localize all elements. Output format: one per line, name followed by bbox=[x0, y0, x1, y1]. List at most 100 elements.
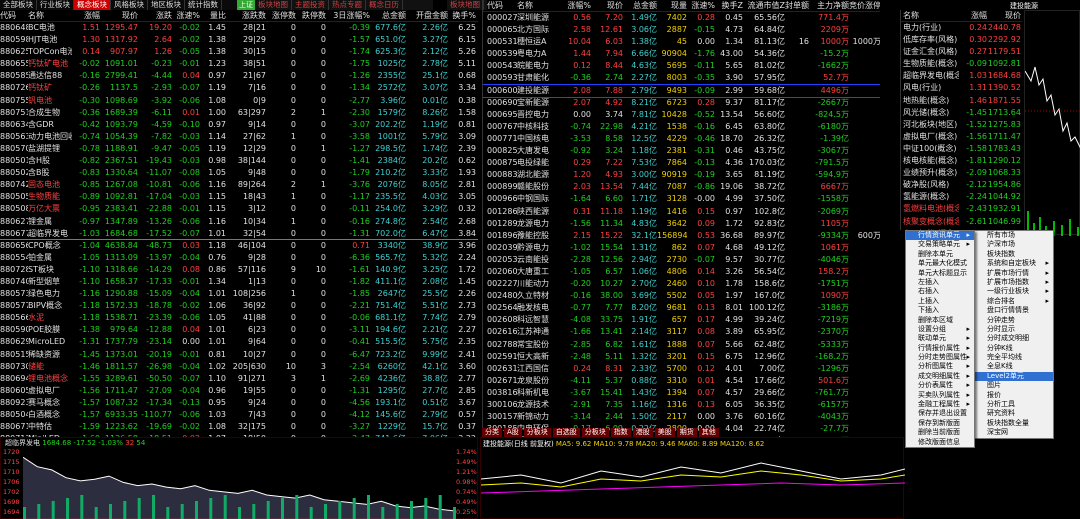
menu-item[interactable]: 单元最大化模式 bbox=[906, 259, 974, 268]
table-row[interactable]: 880505 生物质能 -0.89 1092.81 -17.04 -0.03 1.15 18|… bbox=[0, 191, 478, 203]
menu-item[interactable]: 全息K线 bbox=[975, 362, 1053, 371]
table-row[interactable]: 300157 新锦动力 -3.14 2.44 1.50亿 2117 0.00 3.76 60.1… bbox=[483, 411, 880, 423]
market-tab[interactable]: 自选股 bbox=[552, 428, 580, 437]
market-tab[interactable]: 期货 bbox=[676, 428, 697, 437]
table-row[interactable]: 880656 CPO概念 -1.04 4638.84 -48.73 0.03 1.18 46|… bbox=[0, 240, 478, 252]
table-row[interactable]: 880726 钙钛矿 -0.26 1137.5 -2.93 -0.07 1.19 7|16 0 0… bbox=[0, 82, 478, 94]
menu-item[interactable]: 行情资讯单元 bbox=[906, 231, 974, 241]
table-row[interactable]: 000531 穗恒运A 10.04 6.03 1.38亿 45 0.00 1.34 81.13亿… bbox=[483, 36, 880, 48]
table-row[interactable]: 002616 江苏神通 -1.66 13.41 2.14亿 3117 0.08 3.89 65.… bbox=[483, 326, 880, 338]
menu-item[interactable]: 上插入 bbox=[906, 297, 974, 306]
menu-item[interactable]: 右插入 bbox=[906, 287, 974, 296]
table-row[interactable]: 000690 宝新能源 2.07 4.92 8.21亿 6723 0.28 9.37 81.17… bbox=[483, 97, 880, 109]
menu-item[interactable]: 分钟K线 bbox=[975, 344, 1053, 353]
menu-item[interactable]: 分析图属性 bbox=[906, 362, 974, 372]
table-row[interactable]: 880515 稀缺资源 -1.45 1373.01 -20.19 -0.01 0.81 10|… bbox=[0, 349, 478, 361]
list-item[interactable]: 低库存率(风格) 0.30 2292.92 bbox=[901, 34, 1022, 46]
tab-region[interactable]: 地区板块 bbox=[148, 0, 185, 10]
stock-minute-chart[interactable] bbox=[1024, 10, 1080, 236]
table-row[interactable]: 880677 超临界发电 -1.03 1684.68 -17.52 -0.07 1.01 32… bbox=[0, 228, 478, 240]
table-row[interactable]: 000899 赣能股份 2.03 13.54 7.44亿 7087 -0.86 19.06 38… bbox=[483, 181, 880, 193]
market-tab[interactable]: 指数 bbox=[610, 428, 631, 437]
tab-hot-topic[interactable]: 热点专题 bbox=[329, 0, 366, 10]
table-row[interactable]: 880501 含H股 -0.82 2367.51 -19.43 -0.03 0.98 38|1… bbox=[0, 155, 478, 167]
table-row[interactable]: 002788 常宝股份 -2.85 6.82 1.61亿 1888 0.07 5.66 62.4… bbox=[483, 339, 880, 351]
table-row[interactable]: 002591 恒大高新 -2.48 5.11 1.32亿 3201 0.15 6.75 12.9… bbox=[483, 351, 880, 363]
list-item[interactable]: 风电(行业) 1.31 1390.52 bbox=[901, 82, 1022, 94]
table-row[interactable]: 880577 BIPV概念 -1.18 1572.33 -18.78 -0.02 1.06 3… bbox=[0, 300, 478, 312]
menu-item[interactable]: 板块指数 bbox=[975, 250, 1053, 259]
menu-item[interactable]: 联动单元 bbox=[906, 334, 974, 344]
tab-style[interactable]: 风格板块 bbox=[111, 0, 148, 10]
table-row[interactable]: 880627 锂金属 -0.97 1347.89 -13.26 -0.06 1.16 10|3… bbox=[0, 216, 478, 228]
table-row[interactable]: 000875 电投绿能 0.29 7.22 7.53亿 7864 -0.13 4.36 170.… bbox=[483, 157, 880, 169]
tab-industry[interactable]: 行业板块 bbox=[37, 0, 74, 10]
table-row[interactable]: 000539 粤电力A 1.44 7.94 6.66亿 90904 -1.76 43.00 54… bbox=[483, 48, 880, 60]
table-row[interactable]: 000065 北方国际 2.58 12.61 3.06亿 2887 -0.15 4.73 64.… bbox=[483, 24, 880, 36]
menu-item[interactable]: 分时成交明细 bbox=[975, 334, 1053, 343]
list-item[interactable]: 核聚变概念(概念) -2.611046.99 bbox=[901, 216, 1022, 228]
table-row[interactable]: 000600 建投能源 2.08 7.88 2.79亿 9493 -0.09 2.99 59.6… bbox=[483, 83, 880, 98]
table-row[interactable]: 002608 科远智慧 -4.08 33.75 1.91亿 657 0.17 4.99 39.2… bbox=[483, 314, 880, 326]
table-row[interactable]: 880629 MicroLED -1.31 1737.79 -23.14 0.00 1.01… bbox=[0, 336, 478, 348]
menu-item[interactable]: 交易策略单元 bbox=[906, 240, 974, 250]
table-row[interactable]: 880625 TOPCon电池 0.14 907.97 1.26 -0.05 1.38 30|… bbox=[0, 46, 478, 58]
tab-concept-calendar[interactable]: 概念日历 bbox=[366, 0, 403, 10]
menu-item[interactable]: 单元大标题显示 bbox=[906, 269, 974, 278]
menu-item[interactable]: 盘口行情情景 bbox=[975, 306, 1053, 315]
table-row[interactable]: 002053 云南能投 -2.28 12.56 2.94亿 2730 -0.07 9.57 30… bbox=[483, 254, 880, 266]
table-row[interactable]: 002227 川能动力 -0.20 10.27 2.70亿 2460 0.10 1.78 158… bbox=[483, 278, 880, 290]
table-row[interactable]: 000593 甘肃能化 -0.36 2.74 2.27亿 8003 -0.35 3.90 57.… bbox=[483, 72, 880, 84]
table-row[interactable]: 000966 中钢国际 -1.64 6.60 1.71亿 3128 -0.00 4.99 37.… bbox=[483, 193, 880, 205]
menu-item[interactable]: 分时显示 bbox=[975, 325, 1053, 334]
menu-item[interactable]: 一级行业板块 bbox=[975, 287, 1053, 297]
table-row[interactable]: 880730 储能 -1.46 1811.57 -26.98 -0.04 1.02 205|6… bbox=[0, 361, 478, 373]
market-tab[interactable]: A股 bbox=[504, 428, 522, 437]
table-row[interactable]: 002060 大唐重工 -1.05 6.57 1.06亿 4806 0.14 3.26 56.5… bbox=[483, 266, 880, 278]
tab-all-sectors[interactable]: 全部板块 bbox=[0, 0, 37, 10]
menu-item[interactable]: 图片 bbox=[975, 381, 1053, 390]
kline-chart[interactable]: 建投能源(日线 前复权) MA5: 9.62 MA10: 9.78 MA20: … bbox=[480, 437, 905, 519]
table-row[interactable]: 880605 虚拟电厂 -1.56 1711.47 -27.09 -0.04 0.96 19|… bbox=[0, 385, 478, 397]
table-row[interactable]: 880655 钙钛矿电池 -0.02 1091.01 -0.23 -0.01 1.23 38|… bbox=[0, 58, 478, 70]
table-row[interactable]: 002564 融发核电 -0.77 7.77 8.20亿 9681 0.13 8.01 100.… bbox=[483, 302, 880, 314]
menu-item[interactable]: 板块指数全量 bbox=[975, 419, 1053, 428]
table-row[interactable]: 000767 中核科技 -0.74 22.98 4.21亿 1538 -0.16 6.45 63… bbox=[483, 121, 880, 133]
menu-item[interactable]: 成交明细属性 bbox=[906, 372, 974, 382]
market-tab[interactable]: 美股 bbox=[654, 428, 675, 437]
menu-item[interactable]: 研究资料 bbox=[975, 409, 1053, 418]
menu-item[interactable]: 所有市场 bbox=[975, 231, 1053, 240]
tab-concept[interactable]: 概念板块 bbox=[74, 0, 111, 10]
menu-item[interactable]: 综合排名 bbox=[975, 297, 1053, 307]
table-row[interactable]: 880634 含GDR -0.42 1093.79 -4.59 -0.10 0.97 9|14… bbox=[0, 119, 478, 131]
list-item[interactable]: 氢能源(概念) -2.24 1044.92 bbox=[901, 191, 1022, 203]
table-row[interactable]: 003816 科新机电 -3.67 15.41 1.43亿 1394 0.07 4.57 29.… bbox=[483, 387, 880, 399]
table-row[interactable]: 880554 铂金属 -1.05 1313.09 -13.97 -0.04 0.76 9|28… bbox=[0, 252, 478, 264]
market-tab[interactable]: 分板块 bbox=[523, 428, 551, 437]
menu-item[interactable]: 删除本区域 bbox=[906, 316, 974, 325]
list-item[interactable]: 地热能(概念) 1.46 1871.55 bbox=[901, 95, 1022, 107]
menu-item[interactable]: 买卖队列属性 bbox=[906, 391, 974, 401]
table-row[interactable]: 880923 赛马概念 -1.57 1087.32 -17.34 -0.13 0.95 9|2… bbox=[0, 397, 478, 409]
list-item[interactable]: 超临界发电(概念) 1.031684.68 bbox=[901, 70, 1022, 82]
menu-item[interactable]: 深宝网 bbox=[975, 428, 1053, 437]
menu-item[interactable]: 系统和自定板块 bbox=[975, 259, 1053, 269]
table-row[interactable]: 880504 白酒概念 -1.57 6933.35 -110.77 -0.06 1.03 7|… bbox=[0, 409, 478, 421]
table-row[interactable]: 001289 龙源电力 -1.56 11.34 4.83亿 3642 0.09 1.72 92.… bbox=[483, 218, 880, 230]
market-tab[interactable]: 分类 bbox=[482, 428, 502, 437]
table-row[interactable]: 880590 POE胶膜 -1.38 979.64 -12.88 0.04 1.01 6|23… bbox=[0, 324, 478, 336]
table-row[interactable]: 880694 锂电池概念 -1.55 3289.61 -50.50 -0.07 1.10 91… bbox=[0, 373, 478, 385]
sector-minute-chart[interactable]: 超临界发电 1684.68 -17.52 -1.03% 32 54 1720 17… bbox=[0, 437, 478, 519]
menu-item[interactable]: 报价 bbox=[975, 391, 1053, 400]
menu-item[interactable]: 行情报价属性 bbox=[906, 344, 974, 354]
menu-item[interactable]: 金融工程属性 bbox=[906, 400, 974, 410]
table-row[interactable]: 880573 绿色电力 -1.16 1290.88 -15.09 -0.04 1.01 108… bbox=[0, 288, 478, 300]
table-row[interactable]: 880648 BC电池 1.51 1295.47 19.20 -0.02 1.45 28|21… bbox=[0, 22, 478, 34]
table-row[interactable]: 000825 大唐发电 -0.92 3.24 1.18亿 2381 -0.31 0.46 43.… bbox=[483, 145, 880, 157]
table-row[interactable]: 000883 湖北能源 1.20 4.93 3.00亿 90919 -0.19 3.65 81.… bbox=[483, 169, 880, 181]
menu-item[interactable]: 保存到新版面 bbox=[906, 419, 974, 428]
menu-item[interactable]: Level2单元 bbox=[975, 371, 1053, 382]
table-row[interactable]: 880742 固态电池 -0.85 1267.08 -10.81 -0.06 1.16 89|… bbox=[0, 179, 478, 191]
list-item[interactable]: 中证100(概念) -1.58 1783.43 bbox=[901, 143, 1022, 155]
table-row[interactable]: 000027 深圳能源 0.56 7.20 1.49亿 7402 0.28 0.45 65.56… bbox=[483, 12, 880, 24]
